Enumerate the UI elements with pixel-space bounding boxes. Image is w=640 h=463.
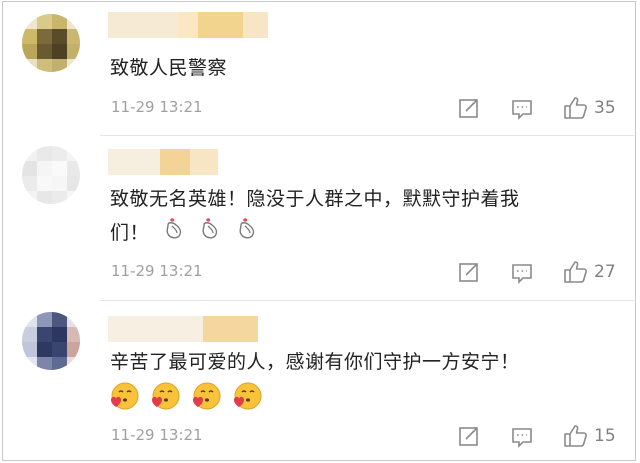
blowing-kiss-emoji [110, 381, 140, 415]
avatar[interactable] [22, 312, 80, 370]
divider [100, 300, 634, 301]
repost-button[interactable] [458, 261, 480, 283]
comment-reply-button[interactable] [511, 98, 533, 120]
thumbs-up-icon [564, 425, 587, 447]
finger-heart-emoji [237, 216, 259, 251]
repost-button[interactable] [458, 425, 480, 447]
blowing-kiss-emoji [233, 381, 263, 415]
share-edit-icon [459, 99, 478, 118]
comment-bubble-icon [512, 264, 532, 284]
blowing-kiss-emoji [151, 381, 181, 415]
comment-text-line2: 们！ [110, 216, 259, 251]
comment-reply-button[interactable] [511, 426, 533, 448]
blowing-kiss-emoji [192, 381, 222, 415]
like-count: 27 [594, 261, 616, 282]
username-blurred[interactable] [108, 149, 218, 175]
comment-reply-button[interactable] [511, 262, 533, 284]
like-count: 15 [594, 425, 616, 446]
avatar[interactable] [22, 14, 80, 72]
like-count: 35 [594, 97, 616, 118]
comment-bubble-icon [512, 100, 532, 120]
divider [100, 135, 634, 136]
username-blurred[interactable] [108, 12, 268, 38]
comment-list-frame [2, 1, 636, 461]
like-button[interactable]: 27 [563, 259, 616, 284]
username-blurred[interactable] [108, 316, 258, 342]
share-edit-icon [459, 427, 478, 446]
finger-heart-emoji [200, 216, 222, 251]
repost-button[interactable] [458, 97, 480, 119]
finger-heart-emoji [164, 216, 186, 251]
emoji-row [110, 381, 269, 415]
comment-timestamp: 11-29 13:21 [111, 262, 203, 280]
thumbs-up-icon [564, 97, 587, 119]
like-button[interactable]: 15 [563, 423, 616, 448]
avatar[interactable] [22, 146, 80, 204]
thumbs-up-icon [564, 261, 587, 283]
comment-timestamp: 11-29 13:21 [111, 98, 203, 116]
comment-text-continued: 们！ [110, 222, 150, 244]
comment-text: 致敬无名英雄！隐没于人群之中，默默守护着我 [110, 188, 520, 210]
comment-timestamp: 11-29 13:21 [111, 426, 203, 444]
share-edit-icon [459, 263, 478, 282]
like-button[interactable]: 35 [563, 95, 616, 120]
comment-text: 致敬人民警察 [110, 57, 228, 79]
comment-text: 辛苦了最可爱的人，感谢有你们守护一方安宁！ [110, 351, 520, 373]
comment-bubble-icon [512, 428, 532, 448]
